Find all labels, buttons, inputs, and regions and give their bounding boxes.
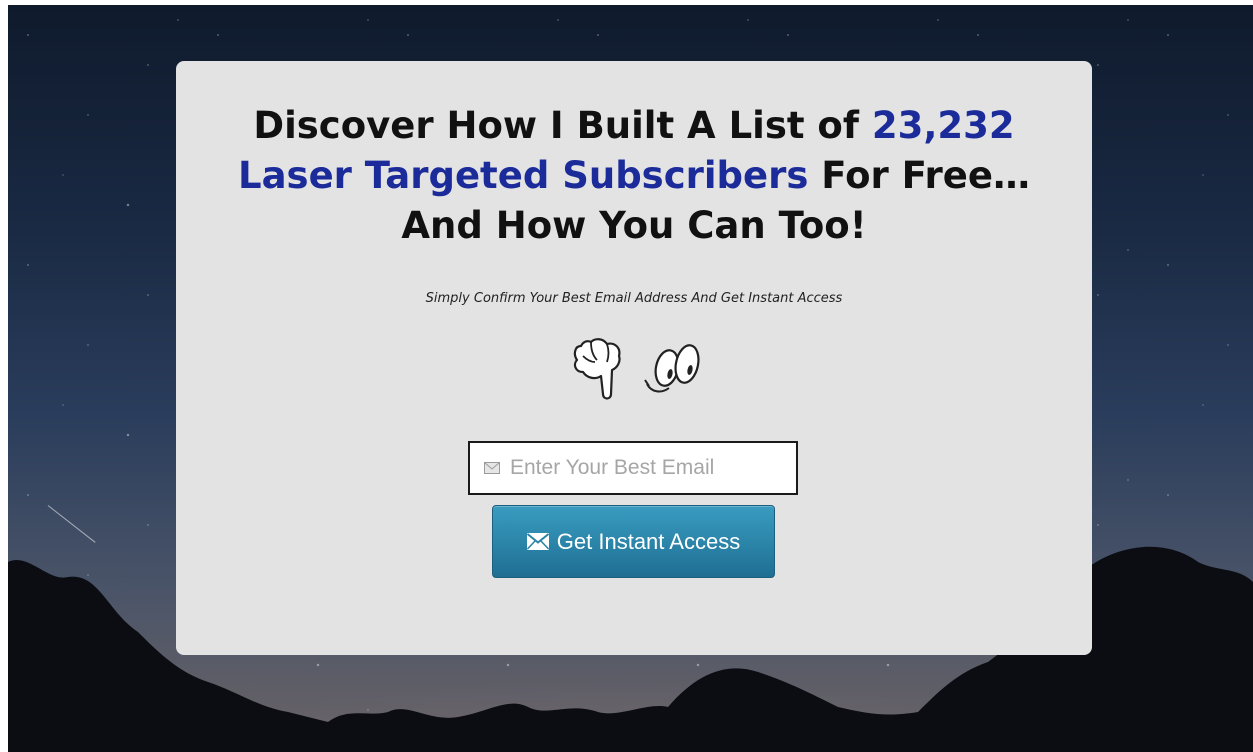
headline-highlight-subscribers: Laser Targeted Subscribers <box>238 154 809 197</box>
headline-part2: For Free… <box>808 154 1030 197</box>
get-instant-access-label: Get Instant Access <box>556 528 741 554</box>
headline-part3: And How You Can Too! <box>401 204 867 247</box>
envelope-icon <box>484 462 500 474</box>
email-input[interactable] <box>510 456 780 480</box>
headline-highlight-count: 23,232 <box>871 104 1015 147</box>
subheadline: Simply Confirm Your Best Email Address A… <box>425 291 843 306</box>
background-night-sky: Discover How I Built A List of 23,232 La… <box>8 5 1253 752</box>
email-field[interactable] <box>468 441 798 495</box>
pointing-hand-with-eyes-icon <box>573 338 700 400</box>
optin-card: Discover How I Built A List of 23,232 La… <box>176 61 1092 655</box>
get-instant-access-button[interactable]: Get Instant Access <box>492 505 775 578</box>
envelope-icon <box>526 533 549 550</box>
headline: Discover How I Built A List of 23,232 La… <box>176 101 1092 251</box>
headline-part1: Discover How I Built A List of <box>253 104 872 147</box>
